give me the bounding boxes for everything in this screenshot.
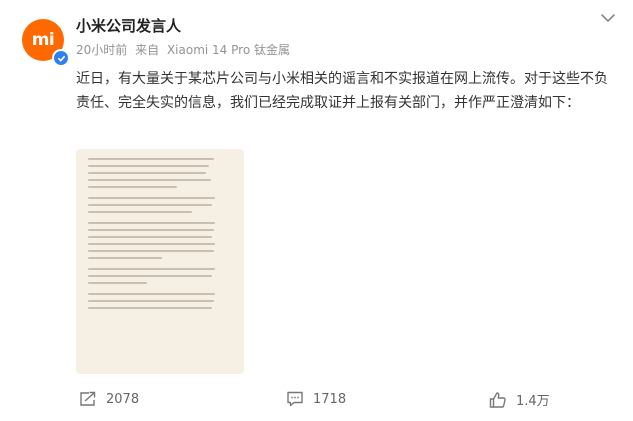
verified-badge-icon bbox=[52, 49, 70, 67]
like-count: 1.4万 bbox=[516, 394, 550, 409]
post-meta: 20小时前 来自 Xiaomi 14 Pro 钛金属 bbox=[76, 41, 294, 58]
repost-button[interactable]: 2078 bbox=[78, 390, 139, 408]
post-source: Xiaomi 14 Pro 钛金属 bbox=[166, 43, 290, 57]
chevron-down-icon[interactable] bbox=[599, 10, 617, 24]
source-prefix: 来自 bbox=[135, 43, 160, 57]
repost-icon bbox=[80, 391, 96, 406]
like-button[interactable]: 1.4万 bbox=[488, 390, 550, 409]
thumbs-up-icon bbox=[489, 391, 506, 408]
comment-button[interactable]: 1718 bbox=[285, 390, 346, 408]
author-name[interactable]: 小米公司发言人 bbox=[76, 15, 181, 36]
post-image-document[interactable] bbox=[76, 149, 244, 374]
comment-count: 1718 bbox=[313, 391, 347, 407]
mi-logo-text: mi bbox=[31, 30, 55, 50]
avatar[interactable]: mi bbox=[22, 19, 70, 67]
action-bar: 2078 1718 1.4万 bbox=[0, 390, 633, 416]
document-image-lines bbox=[88, 153, 236, 309]
post-time[interactable]: 20小时前 bbox=[76, 43, 127, 57]
comment-icon bbox=[287, 391, 303, 407]
repost-count: 2078 bbox=[106, 391, 140, 407]
post-text: 近日，有大量关于某芯片公司与小米相关的谣言和不实报道在网上流传。对于这些不负责任… bbox=[76, 71, 608, 111]
